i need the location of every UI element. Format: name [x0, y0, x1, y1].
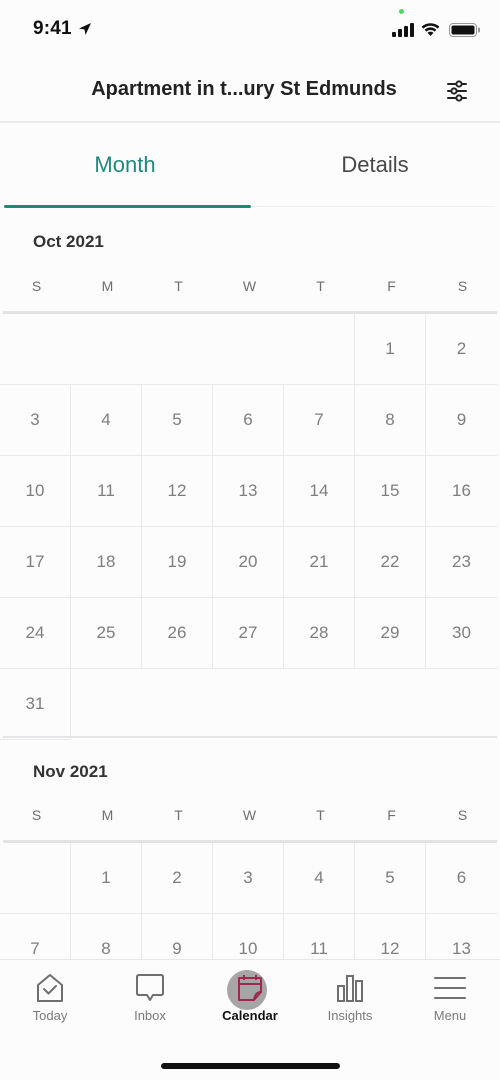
blank-cell-separator: [354, 314, 355, 385]
tabbar-label-insights: Insights: [327, 1008, 373, 1023]
month-title: Nov 2021: [33, 762, 108, 781]
blank-cell-separator: [70, 843, 71, 914]
calendar-day[interactable]: 2: [142, 843, 213, 914]
tabbar-item-calendar[interactable]: Calendar: [200, 960, 300, 1030]
active-tab-indicator: [4, 205, 251, 208]
hamburger-menu-icon: [434, 977, 466, 999]
privacy-indicator-dot: [399, 9, 404, 14]
tabbar-item-insights[interactable]: Insights: [300, 960, 400, 1030]
battery-icon: [449, 23, 480, 37]
wifi-icon: [421, 23, 440, 36]
calendar-day[interactable]: 10: [0, 456, 71, 527]
weekday-label: T: [174, 807, 183, 823]
tabbar-label-menu: Menu: [433, 1008, 467, 1023]
calendar-day[interactable]: 30: [426, 598, 497, 669]
calendar-icon: [238, 975, 262, 1001]
weekday-label: T: [316, 807, 325, 823]
listing-title: Apartment in t...ury St Edmunds: [91, 78, 397, 100]
calendar-day[interactable]: 24: [0, 598, 71, 669]
tab-month[interactable]: Month: [0, 125, 250, 209]
weekday-header: SMTWTFS: [0, 278, 500, 298]
calendar-day[interactable]: 6: [213, 385, 284, 456]
calendar-day[interactable]: 7: [284, 385, 355, 456]
calendar-day[interactable]: 16: [426, 456, 497, 527]
weekday-label: W: [242, 278, 257, 294]
calendar-day[interactable]: 9: [426, 385, 497, 456]
calendar-day[interactable]: 14: [284, 456, 355, 527]
calendar-day[interactable]: 27: [213, 598, 284, 669]
chat-bubble-icon: [136, 974, 164, 1001]
month-title: Oct 2021: [33, 232, 104, 251]
signal-icon: [392, 23, 414, 37]
calendar-day[interactable]: 1: [355, 314, 426, 385]
calendar-day[interactable]: 4: [71, 385, 142, 456]
calendar-day[interactable]: 6: [426, 843, 497, 914]
calendar-day[interactable]: 4: [284, 843, 355, 914]
calendar-day[interactable]: 22: [355, 527, 426, 598]
tabbar-item-today[interactable]: Today: [0, 960, 100, 1030]
calendar-day[interactable]: 1: [71, 843, 142, 914]
calendar-day[interactable]: 18: [71, 527, 142, 598]
bottom-tab-bar: Today Inbox Calendar Insights Menu: [0, 959, 500, 1080]
calendar-day[interactable]: 17: [0, 527, 71, 598]
calendar-day[interactable]: 3: [0, 385, 71, 456]
tab-details[interactable]: Details: [250, 125, 500, 209]
weekday-label: S: [31, 278, 42, 294]
calendar-day[interactable]: 15: [355, 456, 426, 527]
house-check-icon: [37, 974, 63, 1002]
weekday-label: S: [457, 807, 468, 823]
weekday-label: F: [387, 278, 396, 294]
calendar-day[interactable]: 5: [355, 843, 426, 914]
calendar-day[interactable]: 28: [284, 598, 355, 669]
home-indicator: [161, 1063, 340, 1069]
calendar-day[interactable]: 2: [426, 314, 497, 385]
month-divider: [3, 736, 497, 738]
tab-track: [251, 206, 495, 207]
weekday-label: M: [101, 278, 114, 294]
calendar-day[interactable]: 13: [213, 456, 284, 527]
weekday-label: T: [174, 278, 183, 294]
calendar-day[interactable]: 21: [284, 527, 355, 598]
tabbar-item-menu[interactable]: Menu: [400, 960, 500, 1030]
calendar-day[interactable]: 19: [142, 527, 213, 598]
status-time: 9:41: [33, 18, 72, 39]
calendar-day[interactable]: 20: [213, 527, 284, 598]
calendar-day[interactable]: 3: [213, 843, 284, 914]
weekday-label: M: [101, 807, 114, 823]
weekday-label: S: [31, 807, 42, 823]
calendar-day[interactable]: 25: [71, 598, 142, 669]
view-tabs: Month Details: [0, 125, 500, 209]
calendar-day[interactable]: 26: [142, 598, 213, 669]
weekday-header: SMTWTFS: [0, 807, 500, 827]
tabbar-item-inbox[interactable]: Inbox: [100, 960, 200, 1030]
location-arrow-icon: [79, 23, 91, 35]
blank-row-border: [0, 913, 71, 914]
bar-chart-icon: [337, 975, 363, 1002]
status-bar: 9:41: [0, 0, 500, 60]
calendar-day[interactable]: 12: [142, 456, 213, 527]
calendar-day[interactable]: 5: [142, 385, 213, 456]
weekday-label: T: [316, 278, 325, 294]
tabbar-label-calendar: Calendar: [222, 1008, 278, 1023]
calendar-day[interactable]: 29: [355, 598, 426, 669]
calendar-day[interactable]: 31: [0, 669, 71, 740]
weekday-label: W: [242, 807, 257, 823]
tabbar-label-today: Today: [32, 1008, 68, 1023]
weekday-label: F: [387, 807, 396, 823]
weekday-label: S: [457, 278, 468, 294]
blank-row-border: [0, 384, 355, 385]
calendar-day[interactable]: 11: [71, 456, 142, 527]
listing-header: Apartment in t...ury St Edmunds: [0, 60, 500, 123]
sliders-icon[interactable]: [444, 78, 470, 104]
calendar-day[interactable]: 8: [355, 385, 426, 456]
tabbar-label-inbox: Inbox: [134, 1008, 166, 1023]
calendar-day[interactable]: 23: [426, 527, 497, 598]
